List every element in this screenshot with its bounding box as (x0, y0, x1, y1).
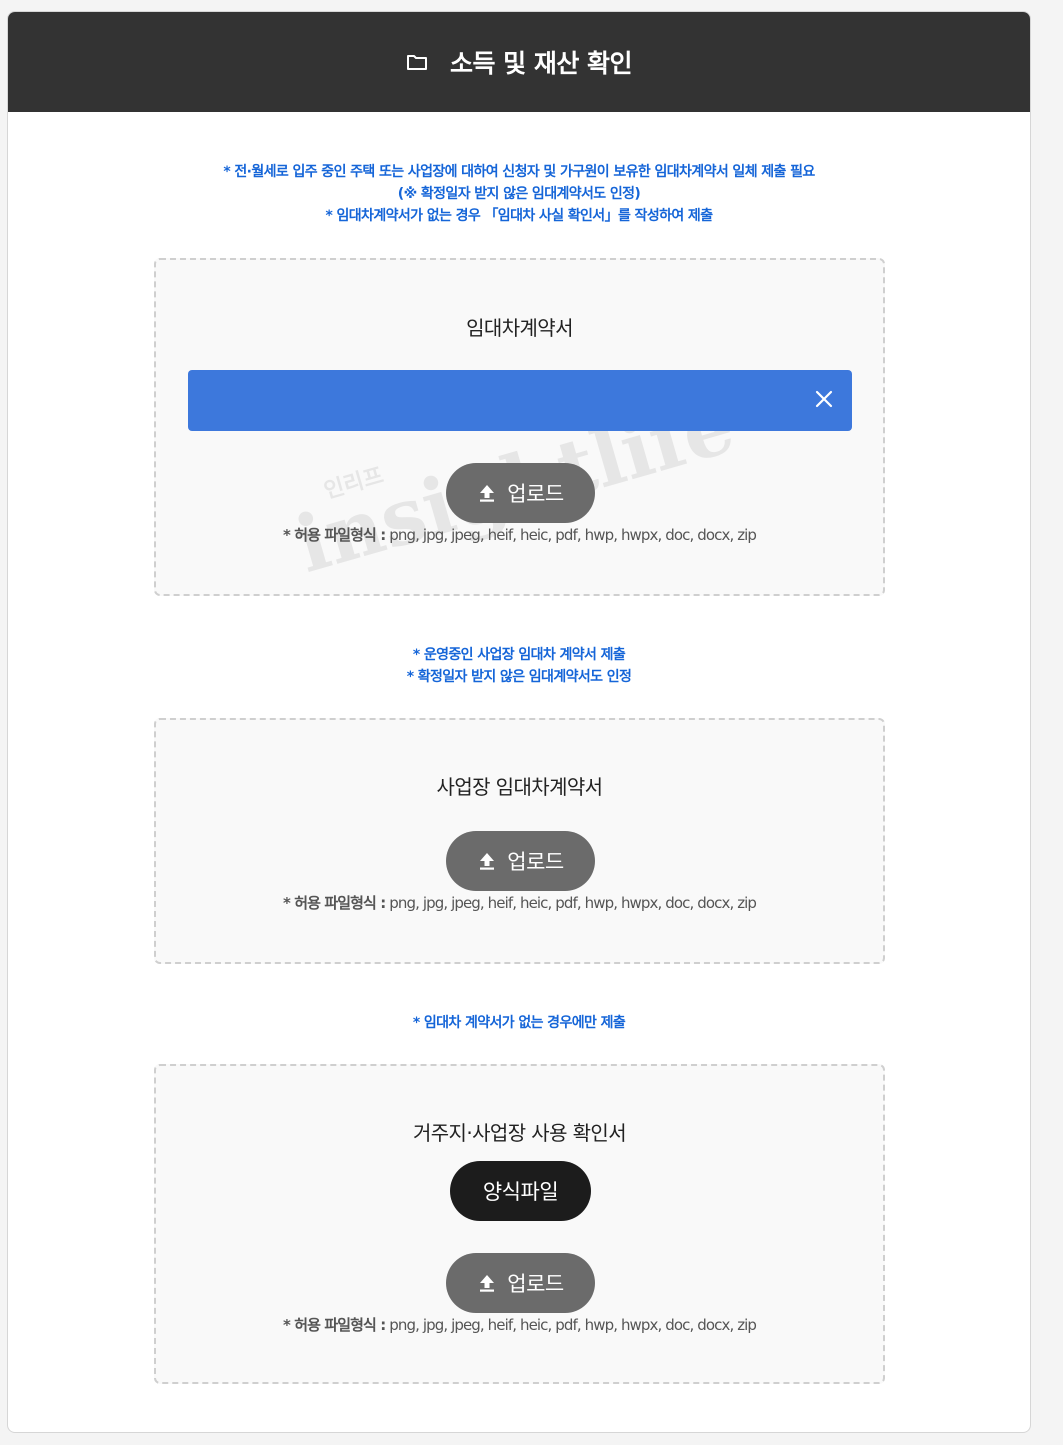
business-lease-notice-line-2: * 확정일자 받지 않은 임대계약서도 인정 (406, 669, 632, 685)
upload-icon (477, 1273, 497, 1293)
hint-formats: png, jpg, jpeg, heif, heic, pdf, hwp, hw… (389, 1316, 757, 1334)
panel-title: 소득 및 재산 확인 (449, 49, 633, 78)
usage-confirmation-upload-box: 거주지·사업장 사용 확인서 양식파일 업로드 * 허용 파일형식 : png,… (154, 1064, 885, 1384)
lease-contract-upload-box: 인리프 insightlife 임대차계약서 업로드 * 허용 파일형식 : p… (154, 258, 885, 596)
business-lease-notice: * 운영중인 사업장 임대차 계약서 제출 * 확정일자 받지 않은 임대계약서… (8, 644, 1030, 688)
form-file-download-button[interactable]: 양식파일 (450, 1161, 591, 1221)
close-icon[interactable] (810, 385, 838, 413)
lease-contract-title: 임대차계약서 (466, 316, 573, 340)
hint-prefix: * 허용 파일형식 : (282, 894, 386, 912)
uploaded-file-bar[interactable] (188, 370, 852, 431)
usage-confirmation-notice: * 임대차 계약서가 없는 경우에만 제출 (8, 1012, 1030, 1034)
usage-confirmation-notice-line-1: * 임대차 계약서가 없는 경우에만 제출 (412, 1015, 626, 1031)
allowed-formats-hint: * 허용 파일형식 : png, jpg, jpeg, heif, heic, … (156, 524, 883, 545)
business-lease-title: 사업장 임대차계약서 (436, 775, 604, 799)
hint-formats: png, jpg, jpeg, heif, heic, pdf, hwp, hw… (389, 526, 757, 544)
upload-label: 업로드 (507, 850, 564, 874)
lease-notice-line-3: * 임대차계약서가 없는 경우 「임대차 사실 확인서」를 작성하여 제출 (325, 208, 714, 224)
panel-header: 소득 및 재산 확인 (8, 12, 1030, 112)
business-lease-upload-button[interactable]: 업로드 (446, 831, 595, 891)
business-lease-upload-box: 사업장 임대차계약서 업로드 * 허용 파일형식 : png, jpg, jpe… (154, 718, 885, 964)
hint-prefix: * 허용 파일형식 : (282, 1316, 386, 1334)
upload-icon (477, 851, 497, 871)
allowed-formats-hint: * 허용 파일형식 : png, jpg, jpeg, heif, heic, … (156, 892, 883, 913)
upload-icon (477, 483, 497, 503)
lease-contract-upload-button[interactable]: 업로드 (446, 463, 595, 523)
usage-confirmation-title: 거주지·사업장 사용 확인서 (412, 1121, 627, 1145)
upload-label: 업로드 (507, 1272, 564, 1296)
lease-notice-line-2: (※ 확정일자 받지 않은 임대계약서도 인정) (397, 186, 641, 202)
allowed-formats-hint: * 허용 파일형식 : png, jpg, jpeg, heif, heic, … (156, 1314, 883, 1335)
income-assets-panel: 소득 및 재산 확인 * 전·월세로 입주 중인 주택 또는 사업장에 대하여 … (7, 11, 1031, 1433)
lease-notice: * 전·월세로 입주 중인 주택 또는 사업장에 대하여 신청자 및 가구원이 … (8, 161, 1030, 227)
usage-confirmation-upload-button[interactable]: 업로드 (446, 1253, 595, 1313)
folder-icon (406, 53, 428, 71)
business-lease-notice-line-1: * 운영중인 사업장 임대차 계약서 제출 (412, 647, 626, 663)
lease-notice-line-1: * 전·월세로 입주 중인 주택 또는 사업장에 대하여 신청자 및 가구원이 … (223, 164, 815, 180)
hint-formats: png, jpg, jpeg, heif, heic, pdf, hwp, hw… (389, 894, 757, 912)
upload-label: 업로드 (507, 482, 564, 506)
hint-prefix: * 허용 파일형식 : (282, 526, 386, 544)
